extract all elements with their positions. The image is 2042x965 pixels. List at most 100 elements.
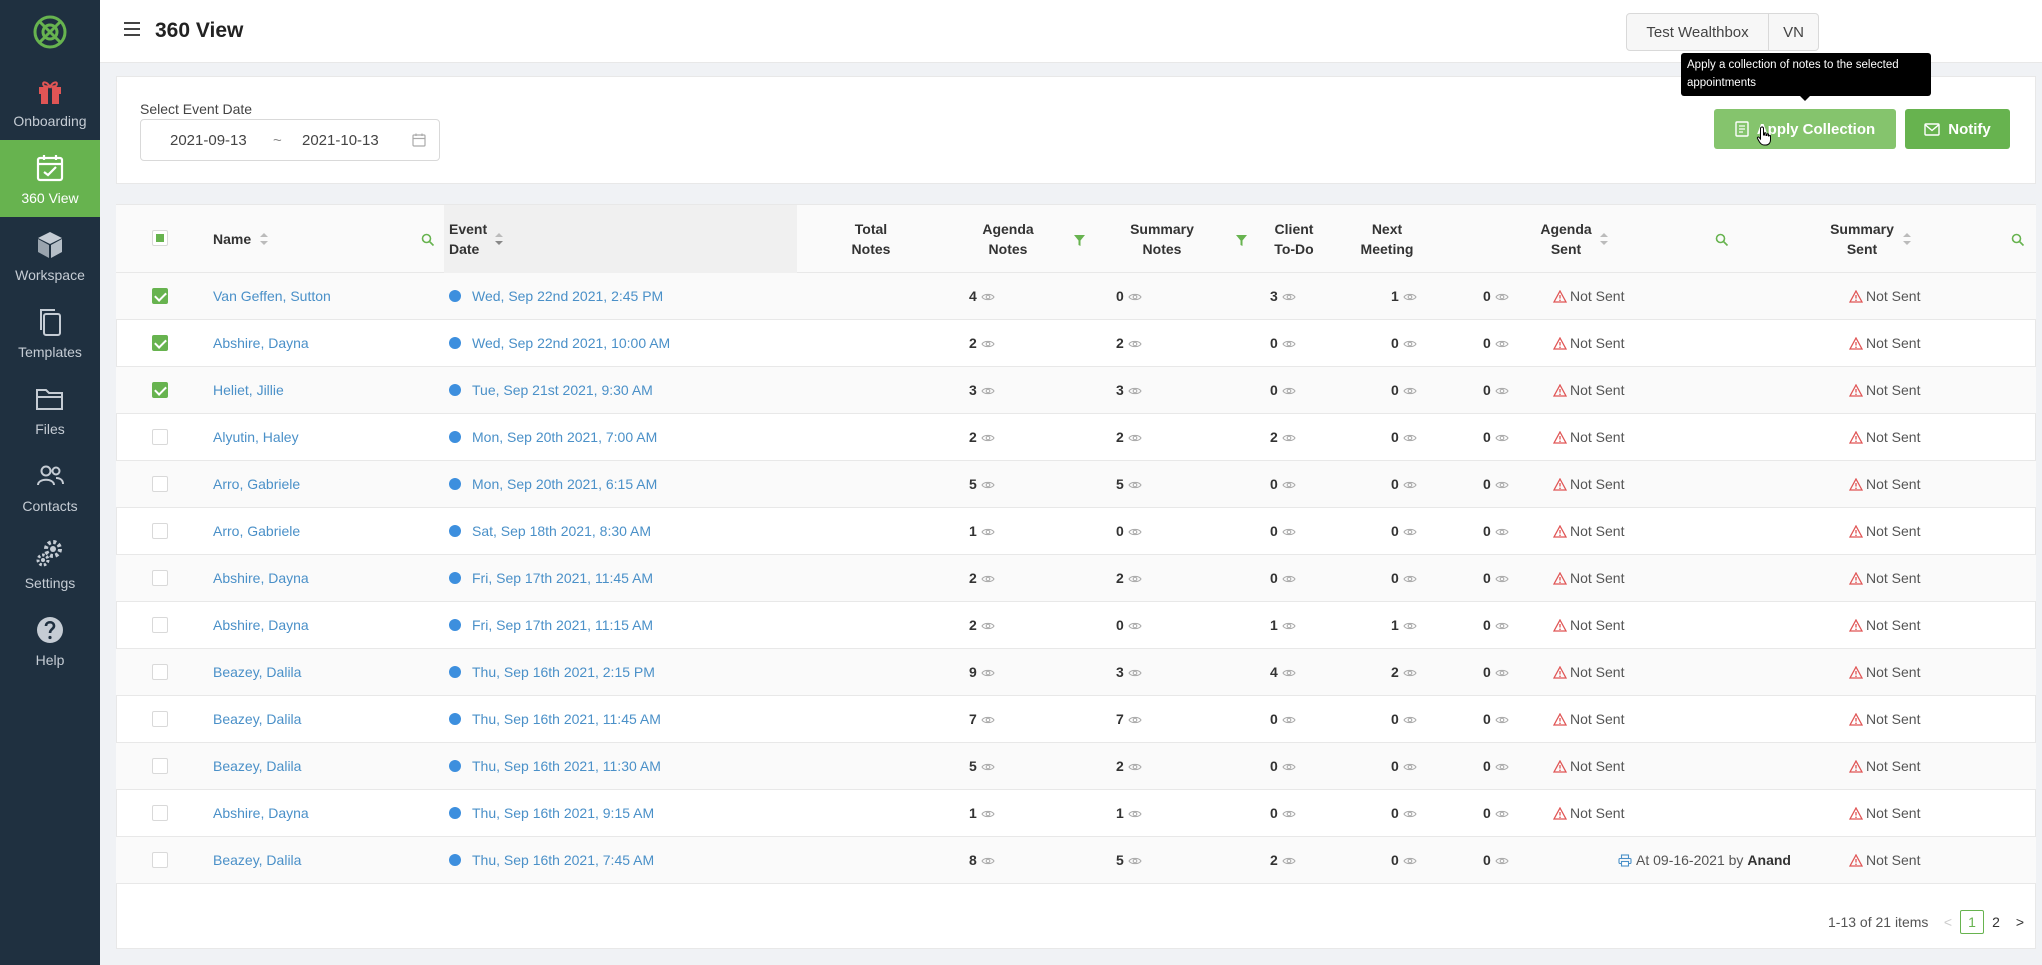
eye-icon[interactable] — [1495, 621, 1509, 631]
eye-icon[interactable] — [1282, 292, 1296, 302]
event-date-link[interactable]: Wed, Sep 22nd 2021, 2:45 PM — [472, 288, 663, 304]
sidebar-item-templates[interactable]: Templates — [0, 294, 100, 371]
eye-icon[interactable] — [1128, 480, 1142, 490]
row-checkbox[interactable] — [152, 476, 168, 492]
table-row[interactable]: Beazey, Dalila Thu, Sep 16th 2021, 11:45 … — [116, 696, 2036, 743]
eye-icon[interactable] — [1495, 856, 1509, 866]
sidebar-item-workspace[interactable]: Workspace — [0, 217, 100, 294]
user-initials-button[interactable]: VN — [1768, 13, 1819, 51]
table-row[interactable]: Arro, Gabriele Mon, Sep 20th 2021, 6:15 A… — [116, 461, 2036, 508]
eye-icon[interactable] — [1495, 527, 1509, 537]
eye-icon[interactable] — [1403, 480, 1417, 490]
select-all-checkbox[interactable] — [152, 230, 168, 246]
row-checkbox[interactable] — [152, 852, 168, 868]
eye-icon[interactable] — [981, 762, 995, 772]
table-row[interactable]: Abshire, Dayna Fri, Sep 17th 2021, 11:45 … — [116, 555, 2036, 602]
event-date-link[interactable]: Thu, Sep 16th 2021, 7:45 AM — [472, 852, 654, 868]
pagination-next[interactable]: > — [2008, 910, 2032, 934]
eye-icon[interactable] — [1282, 715, 1296, 725]
eye-icon[interactable] — [1403, 527, 1417, 537]
table-row[interactable]: Abshire, Dayna Wed, Sep 22nd 2021, 10:00 … — [116, 320, 2036, 367]
eye-icon[interactable] — [1282, 480, 1296, 490]
app-logo[interactable] — [0, 0, 100, 63]
sort-icon[interactable] — [1902, 232, 1912, 246]
search-icon[interactable] — [421, 233, 435, 247]
eye-icon[interactable] — [1403, 668, 1417, 678]
eye-icon[interactable] — [1495, 762, 1509, 772]
contact-name-link[interactable]: Arro, Gabriele — [213, 523, 300, 539]
eye-icon[interactable] — [1128, 668, 1142, 678]
eye-icon[interactable] — [1495, 386, 1509, 396]
eye-icon[interactable] — [1495, 433, 1509, 443]
row-checkbox[interactable] — [152, 288, 168, 304]
eye-icon[interactable] — [1282, 574, 1296, 584]
filter-icon[interactable] — [1073, 234, 1086, 247]
contact-name-link[interactable]: Abshire, Dayna — [213, 805, 309, 821]
eye-icon[interactable] — [981, 621, 995, 631]
menu-toggle-icon[interactable] — [124, 22, 140, 36]
eye-icon[interactable] — [1128, 292, 1142, 302]
eye-icon[interactable] — [1403, 292, 1417, 302]
eye-icon[interactable] — [981, 668, 995, 678]
eye-icon[interactable] — [981, 386, 995, 396]
eye-icon[interactable] — [981, 715, 995, 725]
event-date-link[interactable]: Thu, Sep 16th 2021, 11:30 AM — [472, 758, 661, 774]
pagination-page-2[interactable]: 2 — [1984, 910, 2008, 934]
table-row[interactable]: Beazey, Dalila Thu, Sep 16th 2021, 11:30 … — [116, 743, 2036, 790]
event-date-link[interactable]: Wed, Sep 22nd 2021, 10:00 AM — [472, 335, 670, 351]
column-agenda-sent[interactable]: Agenda Sent — [1540, 219, 1591, 259]
eye-icon[interactable] — [1128, 762, 1142, 772]
event-date-link[interactable]: Sat, Sep 18th 2021, 8:30 AM — [472, 523, 651, 539]
date-range-picker[interactable]: 2021-09-13 ~ 2021-10-13 — [140, 119, 440, 161]
contact-name-link[interactable]: Alyutin, Haley — [213, 429, 299, 445]
eye-icon[interactable] — [1403, 856, 1417, 866]
sort-icon[interactable] — [259, 232, 269, 246]
sidebar-item-help[interactable]: Help — [0, 602, 100, 679]
eye-icon[interactable] — [1128, 715, 1142, 725]
eye-icon[interactable] — [1282, 339, 1296, 349]
contact-name-link[interactable]: Abshire, Dayna — [213, 335, 309, 351]
contact-name-link[interactable]: Beazey, Dalila — [213, 711, 301, 727]
pagination-page-1[interactable]: 1 — [1960, 910, 1984, 934]
sort-icon[interactable] — [494, 232, 504, 246]
column-name[interactable]: Name — [213, 229, 251, 249]
eye-icon[interactable] — [1403, 762, 1417, 772]
eye-icon[interactable] — [1128, 386, 1142, 396]
sidebar-item-settings[interactable]: Settings — [0, 525, 100, 602]
eye-icon[interactable] — [1403, 386, 1417, 396]
eye-icon[interactable] — [1128, 433, 1142, 443]
column-event-date[interactable]: Event Date — [449, 219, 487, 259]
table-row[interactable]: Van Geffen, Sutton Wed, Sep 22nd 2021, 2:… — [116, 273, 2036, 320]
row-checkbox[interactable] — [152, 758, 168, 774]
event-date-link[interactable]: Thu, Sep 16th 2021, 9:15 AM — [472, 805, 654, 821]
contact-name-link[interactable]: Beazey, Dalila — [213, 664, 301, 680]
sidebar-item-360-view[interactable]: 360 View — [0, 140, 100, 217]
contact-name-link[interactable]: Beazey, Dalila — [213, 758, 301, 774]
eye-icon[interactable] — [1403, 621, 1417, 631]
sidebar-item-onboarding[interactable]: Onboarding — [0, 63, 100, 140]
row-checkbox[interactable] — [152, 523, 168, 539]
eye-icon[interactable] — [1128, 339, 1142, 349]
row-checkbox[interactable] — [152, 382, 168, 398]
contact-name-link[interactable]: Beazey, Dalila — [213, 852, 301, 868]
table-row[interactable]: Beazey, Dalila Thu, Sep 16th 2021, 7:45 A… — [116, 837, 2036, 884]
wealthbox-button[interactable]: Test Wealthbox — [1626, 13, 1769, 51]
row-checkbox[interactable] — [152, 335, 168, 351]
contact-name-link[interactable]: Abshire, Dayna — [213, 570, 309, 586]
table-row[interactable]: Alyutin, Haley Mon, Sep 20th 2021, 7:00 A… — [116, 414, 2036, 461]
eye-icon[interactable] — [1495, 480, 1509, 490]
eye-icon[interactable] — [1282, 527, 1296, 537]
eye-icon[interactable] — [981, 574, 995, 584]
eye-icon[interactable] — [1403, 339, 1417, 349]
sidebar-item-contacts[interactable]: Contacts — [0, 448, 100, 525]
eye-icon[interactable] — [981, 292, 995, 302]
row-checkbox[interactable] — [152, 617, 168, 633]
row-checkbox[interactable] — [152, 711, 168, 727]
eye-icon[interactable] — [1282, 762, 1296, 772]
table-row[interactable]: Heliet, Jillie Tue, Sep 21st 2021, 9:30 A… — [116, 367, 2036, 414]
contact-name-link[interactable]: Abshire, Dayna — [213, 617, 309, 633]
table-row[interactable]: Abshire, Dayna Fri, Sep 17th 2021, 11:15 … — [116, 602, 2036, 649]
eye-icon[interactable] — [1495, 574, 1509, 584]
eye-icon[interactable] — [1403, 715, 1417, 725]
eye-icon[interactable] — [1495, 809, 1509, 819]
